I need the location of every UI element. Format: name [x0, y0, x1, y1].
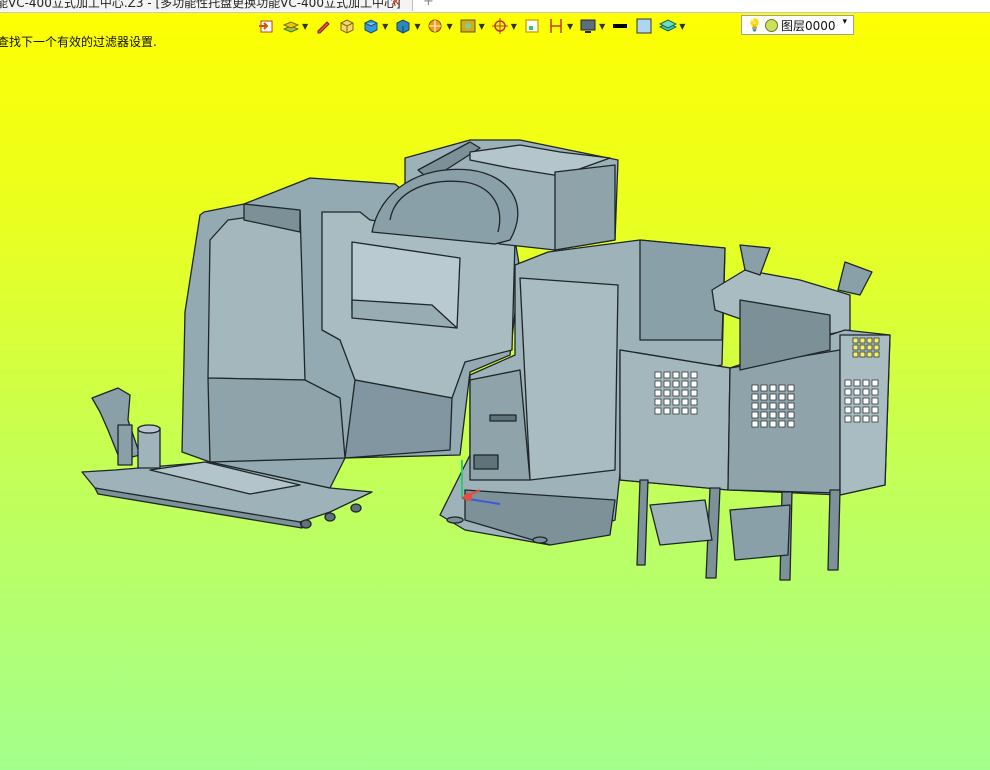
solid-cube-icon — [364, 19, 378, 34]
chevron-down-icon[interactable]: ▼ — [382, 22, 388, 31]
frame-icon — [525, 19, 539, 33]
import-button[interactable] — [258, 15, 276, 37]
dimension-icon — [550, 19, 562, 33]
solid-view-button[interactable]: ▼ — [362, 15, 388, 37]
frame-button[interactable] — [523, 15, 541, 37]
line-style-button[interactable] — [611, 15, 629, 37]
sketch-button[interactable] — [314, 15, 332, 37]
tab-close-icon[interactable]: ✕ — [390, 0, 401, 11]
shaded-view-button[interactable]: ▼ — [394, 15, 420, 37]
lightbulb-icon[interactable]: 💡 — [747, 18, 762, 32]
chevron-down-icon[interactable]: ▼ — [679, 22, 685, 31]
monitor-icon — [580, 19, 596, 33]
pencil-icon — [317, 21, 330, 34]
chevron-down-icon[interactable]: ▾ — [842, 17, 847, 27]
chevron-down-icon[interactable]: ▼ — [302, 22, 308, 31]
chevron-down-icon[interactable]: ▼ — [479, 22, 485, 31]
texture-icon — [460, 19, 476, 33]
sphere-filter-icon — [428, 19, 442, 33]
layer-stack-icon — [282, 21, 300, 33]
line-style-icon — [613, 24, 628, 28]
layer-select[interactable]: 💡 图层0000 ▾ — [741, 15, 854, 35]
fill-color-icon — [636, 18, 652, 34]
document-tab-bar: 能VC-400立式加工中心.Z3 - [多功能性托盘更换功能VC-400立式加工… — [0, 0, 990, 13]
fill-color-button[interactable] — [635, 15, 653, 37]
plane-button[interactable]: ▼ — [659, 15, 685, 37]
document-tab-title: 能VC-400立式加工中心.Z3 - [多功能性托盘更换功能VC-400立式加工… — [0, 0, 401, 10]
machine-model — [81, 139, 891, 581]
chevron-down-icon[interactable]: ▼ — [567, 22, 573, 31]
filter-button[interactable]: ▼ — [426, 15, 453, 37]
layer-name: 图层0000 — [780, 18, 836, 33]
snap-button[interactable]: ▼ — [491, 15, 517, 37]
display-button[interactable]: ▼ — [579, 15, 605, 37]
model-viewport[interactable] — [0, 40, 990, 770]
chevron-down-icon[interactable]: ▼ — [599, 22, 605, 31]
layer-stack-button[interactable]: ▼ — [282, 15, 308, 37]
chevron-down-icon[interactable]: ▼ — [511, 22, 517, 31]
shaded-cube-icon — [396, 19, 410, 34]
dimension-button[interactable]: ▼ — [547, 15, 573, 37]
new-tab-icon[interactable]: + — [423, 0, 434, 9]
view-toolbar: ▼ ▼ ▼ ▼ ▼ ▼ ▼ ▼ ▼ — [258, 14, 691, 38]
crosshair-icon — [491, 18, 508, 34]
box-select-icon — [340, 19, 354, 34]
document-tab[interactable]: 能VC-400立式加工中心.Z3 - [多功能性托盘更换功能VC-400立式加工… — [0, 0, 413, 11]
plane-icon — [659, 19, 678, 32]
chevron-down-icon[interactable]: ▼ — [446, 22, 452, 31]
layer-color-icon — [764, 18, 778, 32]
import-icon — [259, 20, 273, 33]
texture-button[interactable]: ▼ — [459, 15, 485, 37]
box-select-button[interactable] — [338, 15, 356, 37]
chevron-down-icon[interactable]: ▼ — [414, 22, 420, 31]
